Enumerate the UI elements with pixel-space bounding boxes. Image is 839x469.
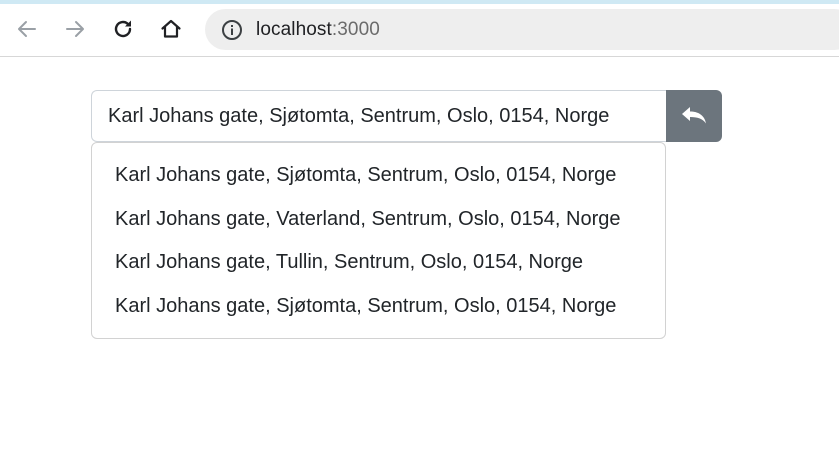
undo-button[interactable]	[666, 90, 722, 142]
back-button[interactable]	[11, 13, 43, 45]
url-port: :3000	[331, 18, 380, 40]
url-host: localhost	[256, 18, 332, 40]
home-button[interactable]	[155, 13, 187, 45]
suggestion-item[interactable]: Karl Johans gate, Vaterland, Sentrum, Os…	[92, 198, 665, 242]
address-search-input[interactable]	[91, 90, 666, 142]
back-arrow-icon	[18, 21, 36, 37]
suggestion-item[interactable]: Karl Johans gate, Sjøtomta, Sentrum, Osl…	[92, 154, 665, 198]
suggestions-dropdown: Karl Johans gate, Sjøtomta, Sentrum, Osl…	[91, 142, 666, 339]
forward-arrow-icon	[66, 21, 84, 37]
address-bar[interactable]: localhost:3000	[205, 9, 839, 50]
address-search-group	[91, 90, 722, 142]
url-text: localhost:3000	[256, 19, 380, 41]
suggestion-item[interactable]: Karl Johans gate, Sjøtomta, Sentrum, Osl…	[92, 285, 665, 329]
forward-button[interactable]	[59, 13, 91, 45]
reload-icon	[114, 20, 132, 38]
undo-icon	[682, 107, 706, 124]
info-icon[interactable]	[221, 19, 243, 41]
suggestion-item[interactable]: Karl Johans gate, Tullin, Sentrum, Oslo,…	[92, 241, 665, 285]
browser-toolbar: localhost:3000	[0, 4, 839, 57]
reload-button[interactable]	[107, 13, 139, 45]
home-icon	[161, 19, 181, 38]
